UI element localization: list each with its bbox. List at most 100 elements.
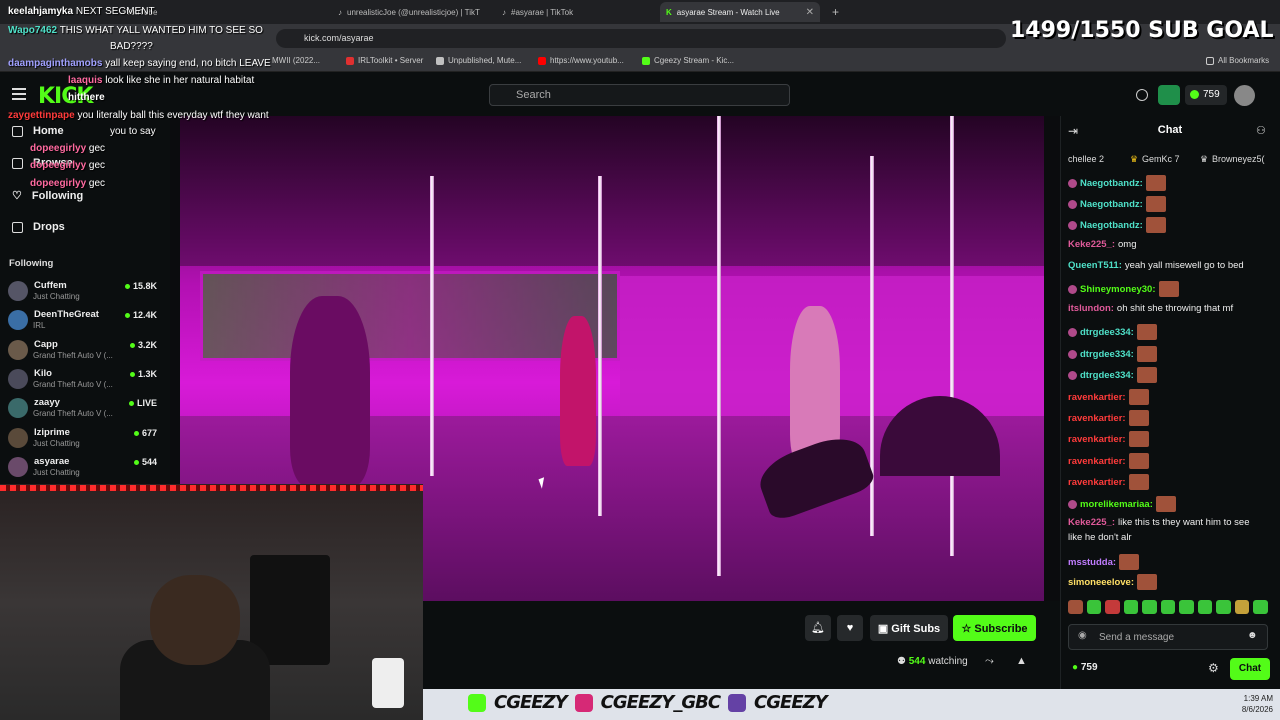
tab-asyarae-tiktok[interactable]: ♪ #asyarae | TikTok <box>496 2 656 22</box>
emote[interactable] <box>1179 600 1194 614</box>
chat-username[interactable]: ravenkartier: <box>1068 434 1126 445</box>
top-gifter: chellee 2 <box>1068 154 1105 164</box>
tab-kick-stream[interactable]: Kasyarae Stream - Watch Live ✕ <box>660 2 820 22</box>
store-icon[interactable] <box>1158 85 1180 105</box>
following-channel-iziprime[interactable]: Iziprime Just Chatting 677 <box>8 425 163 453</box>
emote[interactable] <box>1068 600 1083 614</box>
subscribe-button[interactable]: ☆ Subscribe <box>953 615 1036 641</box>
chat-title: Chat <box>1157 124 1183 136</box>
emote[interactable] <box>1216 600 1231 614</box>
chat-username[interactable]: simoneeelove: <box>1068 577 1134 588</box>
following-channel-deenthegreat[interactable]: DeenTheGreat IRL 12.4K <box>8 307 163 335</box>
video-scene-pole <box>717 116 721 576</box>
search-input[interactable]: Search <box>489 84 790 106</box>
notifications-icon[interactable] <box>1136 89 1148 101</box>
chat-emote <box>1158 281 1179 297</box>
sub-badge-icon <box>1068 370 1077 380</box>
nav-home[interactable]: Home <box>12 125 64 137</box>
nav-following[interactable]: ♡ Following <box>12 189 83 203</box>
subscribe-label: Subscribe <box>974 623 1028 635</box>
emote[interactable] <box>1160 600 1176 614</box>
emote[interactable] <box>1253 600 1269 614</box>
chat-emote <box>1136 324 1157 340</box>
chat-emote <box>1145 175 1166 191</box>
following-channel-cuffem[interactable]: Cuffem Just Chatting 15.8K <box>8 278 163 306</box>
star-icon: ☆ <box>961 623 975 635</box>
banner-handle: CGEEZY <box>494 692 568 713</box>
emote[interactable] <box>1123 600 1139 614</box>
chat-message: Keke225_: like this ts they want him to s… <box>1068 517 1250 528</box>
channel-category: Grand Theft Auto V (... <box>33 350 113 360</box>
following-channel-kilo[interactable]: Kilo Grand Theft Auto V (... 1.3K <box>8 366 163 394</box>
gift-subs-button[interactable]: ▣ Gift Subs <box>870 615 948 641</box>
send-chat-button[interactable]: Chat <box>1230 658 1270 680</box>
user-avatar[interactable] <box>1234 85 1255 106</box>
bookmark-partial[interactable]: MWII (2022... <box>272 56 320 65</box>
chat-username[interactable]: Keke225_: <box>1068 239 1115 250</box>
chat-users-icon[interactable]: ⚇ <box>1256 124 1266 137</box>
url-field[interactable]: kick.com/asyarae <box>276 29 1006 48</box>
following-channel-zaayy[interactable]: zaayy Grand Theft Auto V (... LIVE <box>8 395 163 423</box>
overlay-username: zaygettinpape <box>8 110 75 121</box>
chat-username[interactable]: msstudda: <box>1068 557 1116 568</box>
chat-username[interactable]: Keke225_: <box>1068 517 1115 528</box>
kicks-balance[interactable]: 759 <box>1185 85 1227 105</box>
nav-drops[interactable]: Drops <box>12 221 65 233</box>
chat-username[interactable]: dtrgdee334: <box>1080 349 1134 360</box>
emote[interactable] <box>1197 600 1213 614</box>
emoji-icon[interactable]: ☻ <box>1247 630 1258 641</box>
chat-text: like this ts they want him to see <box>1118 517 1250 528</box>
new-tab-button[interactable]: + <box>826 2 842 22</box>
emote[interactable] <box>1234 600 1250 614</box>
chat-username[interactable]: Naegotbandz: <box>1080 220 1143 231</box>
chat-username[interactable]: dtrgdee334: <box>1080 370 1134 381</box>
report-icon[interactable]: ▲ <box>1016 655 1027 667</box>
close-tab-icon[interactable]: ✕ <box>806 7 814 18</box>
channel-avatar <box>8 427 28 448</box>
menu-icon[interactable] <box>12 88 26 100</box>
sub-badge-icon <box>1068 220 1077 230</box>
bell-icon: 🔔︎ <box>811 622 825 634</box>
chat-username[interactable]: ravenkartier: <box>1068 392 1126 403</box>
all-bookmarks[interactable]: All Bookmarks <box>1206 56 1269 65</box>
chat-username[interactable]: dtrgdee334: <box>1080 327 1134 338</box>
bookmark-unpublished[interactable]: Unpublished, Mute... <box>436 56 521 65</box>
bookmark-cgeezy[interactable]: Cgeezy Stream - Kic... <box>642 56 734 65</box>
chat-emote <box>1128 453 1149 469</box>
chat-username[interactable]: Naegotbandz: <box>1080 199 1143 210</box>
following-channel-asyarae[interactable]: asyarae Just Chatting 544 <box>8 454 163 482</box>
chat-username[interactable]: itslundon: <box>1068 303 1114 314</box>
video-scene-ceiling <box>180 116 1044 266</box>
tab-unrealisticjoe[interactable]: ♪ unrealisticJoe (@unrealisticjoe) | TikT <box>332 2 492 22</box>
gear-icon[interactable]: ⚙ <box>1208 661 1219 675</box>
chat-username[interactable]: morelikemariaa: <box>1080 499 1153 510</box>
overlay-username: laaquis <box>68 75 103 86</box>
follow-button[interactable]: ♥ <box>837 615 863 641</box>
bookmark-label: MWII (2022... <box>272 56 321 65</box>
bookmark-irltoolkit[interactable]: IRLToolkit • Server <box>346 56 423 65</box>
banner-handle: CGEEZY <box>754 692 828 713</box>
chat-username[interactable]: ravenkartier: <box>1068 477 1126 488</box>
notification-bell-button[interactable]: 🔔︎ <box>805 615 831 641</box>
chat-message-input[interactable]: Send a message <box>1068 624 1268 650</box>
emote[interactable] <box>1105 600 1120 614</box>
chat-username[interactable]: Naegotbandz: <box>1080 178 1143 189</box>
emote[interactable] <box>1086 600 1102 614</box>
chat-username[interactable]: ravenkartier: <box>1068 456 1126 467</box>
overlay-text: NEXT SEGMENT <box>75 6 155 17</box>
following-channel-capp[interactable]: Capp Grand Theft Auto V (... 3.2K <box>8 337 163 365</box>
chat-username[interactable]: Shineymoney30: <box>1080 284 1156 295</box>
nav-label: Drops <box>33 221 65 233</box>
social-banner: CGEEZY CGEEZY_GBC CGEEZY <box>468 692 828 713</box>
share-icon[interactable]: ⤳ <box>985 655 994 668</box>
overlay-chat-message: keelahjamyka NEXT SEGMENT <box>8 6 155 17</box>
chat-emote <box>1128 389 1149 405</box>
chat-username[interactable]: ravenkartier: <box>1068 413 1126 424</box>
emote[interactable] <box>1142 600 1157 614</box>
sub-badge-icon <box>1068 284 1077 294</box>
chat-username[interactable]: QueenT511: <box>1068 260 1122 271</box>
chat-settings-shield-icon[interactable]: ◉ <box>1078 630 1087 641</box>
bookmark-youtube[interactable]: https://www.youtub... <box>538 56 624 65</box>
chat-kicks-balance[interactable]: ● 759 <box>1072 662 1098 673</box>
top-gifter: GemKc 7 <box>1142 154 1180 164</box>
